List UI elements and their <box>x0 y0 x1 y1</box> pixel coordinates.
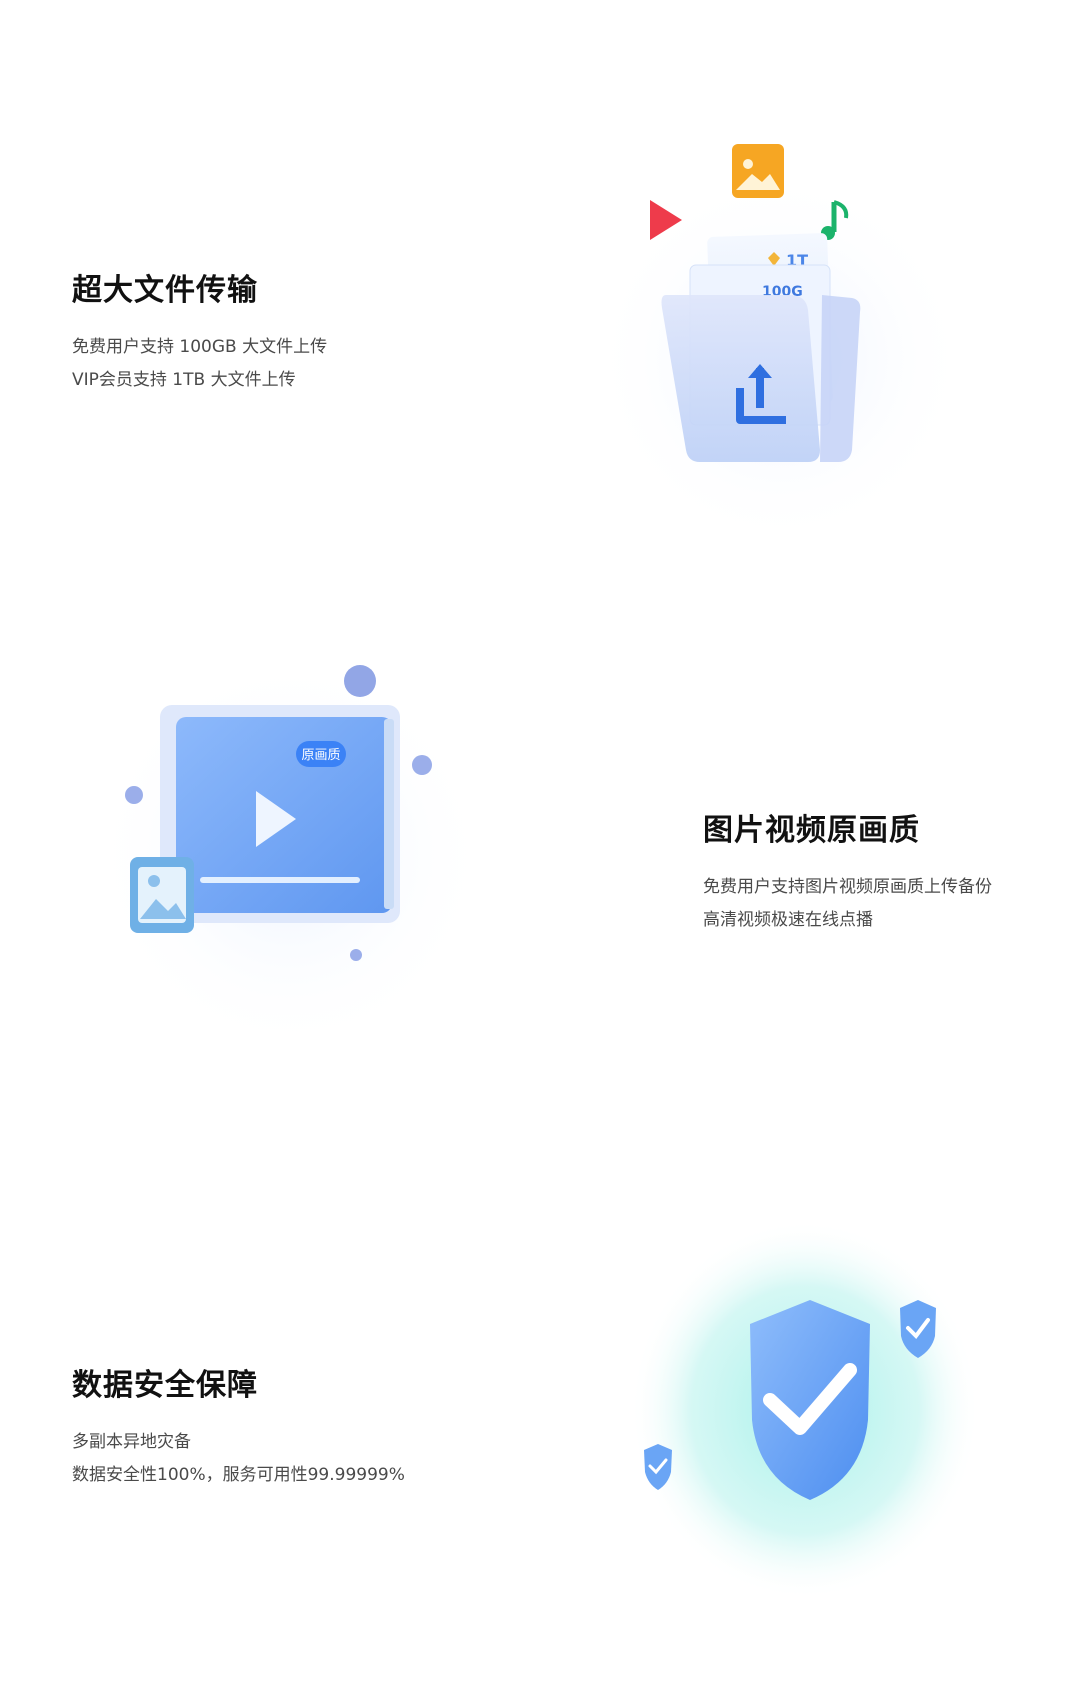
feature-line: 高清视频极速在线点播 <box>703 910 873 930</box>
feature-title: 超大文件传输 <box>72 273 258 308</box>
feature-text: 图片视频原画质 免费用户支持图片视频原画质上传备份 高清视频极速在线点播 <box>703 805 992 937</box>
feature-original-quality: 原画质 图片视频原画质 免费用户支持图片视频原画质上传备份 高清视频极速在线点播 <box>0 605 1080 1145</box>
feature-text: 超大文件传输 免费用户支持 100GB 大文件上传 VIP会员支持 1TB 大文… <box>72 265 327 397</box>
image-file-icon <box>732 144 784 198</box>
feature-large-file-transfer: 超大文件传输 免费用户支持 100GB 大文件上传 VIP会员支持 1TB 大文… <box>0 60 1080 600</box>
feature-line: VIP会员支持 1TB 大文件上传 <box>72 370 296 390</box>
badge-label: 原画质 <box>301 748 340 763</box>
upload-folder-illustration: 1T 100G <box>590 144 970 530</box>
feature-line: 免费用户支持 100GB 大文件上传 <box>72 337 328 357</box>
feature-title: 数据安全保障 <box>72 1368 258 1403</box>
image-icon <box>130 857 194 933</box>
original-quality-badge: 原画质 <box>296 741 346 767</box>
feature-line: 数据安全性100%，服务可用性99.99999% <box>72 1465 405 1485</box>
feature-data-security: 数据安全保障 多副本异地灾备 数据安全性100%，服务可用性99.99999% <box>0 1150 1080 1690</box>
folder <box>661 295 820 462</box>
feature-title: 图片视频原画质 <box>703 813 920 848</box>
features-page: 超大文件传输 免费用户支持 100GB 大文件上传 VIP会员支持 1TB 大文… <box>0 0 1080 1702</box>
feature-line: 多副本异地灾备 <box>72 1432 191 1452</box>
progress-bar <box>200 877 360 883</box>
feature-line: 免费用户支持图片视频原画质上传备份 <box>703 877 992 897</box>
video-player-illustration: 原画质 <box>90 655 490 1055</box>
feature-text: 数据安全保障 多副本异地灾备 数据安全性100%，服务可用性99.99999% <box>72 1360 405 1492</box>
security-shield-illustration <box>630 1220 980 1600</box>
